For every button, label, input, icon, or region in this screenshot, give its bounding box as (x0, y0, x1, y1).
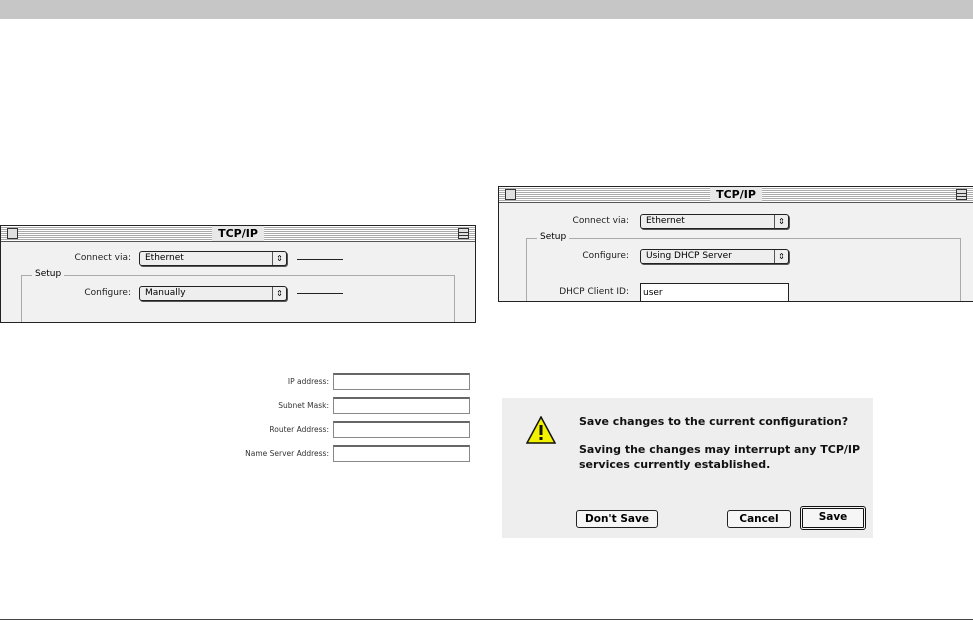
connect-via-select[interactable]: Ethernet ⇕ (640, 214, 789, 229)
subnet-mask-label: Subnet Mask: (278, 401, 329, 410)
setup-label: Setup (32, 269, 65, 279)
name-server-input[interactable] (333, 445, 470, 462)
save-button[interactable]: Save (800, 506, 866, 530)
window-title: TCP/IP (212, 226, 264, 241)
connect-via-value: Ethernet (145, 253, 184, 263)
header-bar (0, 0, 973, 19)
dhcp-client-id-input[interactable]: user (640, 283, 789, 301)
updown-arrow-icon: ⇕ (774, 250, 788, 263)
connect-via-label: Connect via: (572, 216, 629, 226)
dhcp-client-id-label: DHCP Client ID: (559, 287, 629, 297)
callout-line (297, 259, 343, 260)
tcpip-window-dhcp: TCP/IP Connect via: Ethernet ⇕ Setup Conf… (498, 186, 973, 302)
collapse-box-icon[interactable] (956, 189, 967, 200)
close-box-icon[interactable] (7, 228, 18, 239)
configure-value: Manually (145, 288, 186, 298)
updown-arrow-icon: ⇕ (272, 287, 286, 300)
dialog-message-line2: services currently established. (579, 458, 771, 471)
connect-via-select[interactable]: Ethernet ⇕ (139, 251, 287, 266)
close-box-icon[interactable] (505, 189, 516, 200)
window-title: TCP/IP (710, 187, 762, 202)
dialog-question: Save changes to the current configuratio… (579, 415, 849, 428)
connect-via-value: Ethernet (646, 216, 685, 226)
title-bar[interactable]: TCP/IP (1, 226, 475, 242)
dialog-message-line1: Saving the changes may interrupt any TCP… (579, 443, 861, 456)
connect-via-label: Connect via: (74, 253, 131, 263)
collapse-box-icon[interactable] (458, 228, 469, 239)
cancel-button[interactable]: Cancel (727, 510, 791, 528)
ip-address-label: IP address: (287, 377, 329, 386)
save-changes-dialog: Save changes to the current configuratio… (502, 398, 873, 538)
subnet-mask-input[interactable] (333, 397, 470, 414)
ip-address-input[interactable] (333, 373, 470, 390)
configure-select[interactable]: Manually ⇕ (139, 286, 287, 301)
updown-arrow-icon: ⇕ (272, 252, 286, 265)
router-address-label: Router Address: (269, 425, 329, 434)
configure-label: Configure: (582, 251, 629, 261)
footer-rule (0, 619, 973, 620)
callout-line (297, 293, 343, 294)
setup-label: Setup (537, 232, 570, 242)
tcpip-window-manual: TCP/IP Connect via: Ethernet ⇕ Setup Conf… (0, 225, 476, 323)
router-address-input[interactable] (333, 421, 470, 438)
configure-select[interactable]: Using DHCP Server ⇕ (640, 249, 789, 264)
updown-arrow-icon: ⇕ (774, 215, 788, 228)
warning-icon (526, 416, 556, 444)
configure-label: Configure: (84, 288, 131, 298)
name-server-label: Name Server Address: (245, 449, 329, 458)
configure-value: Using DHCP Server (646, 251, 732, 261)
dont-save-button[interactable]: Don't Save (576, 510, 658, 528)
title-bar[interactable]: TCP/IP (499, 187, 973, 203)
